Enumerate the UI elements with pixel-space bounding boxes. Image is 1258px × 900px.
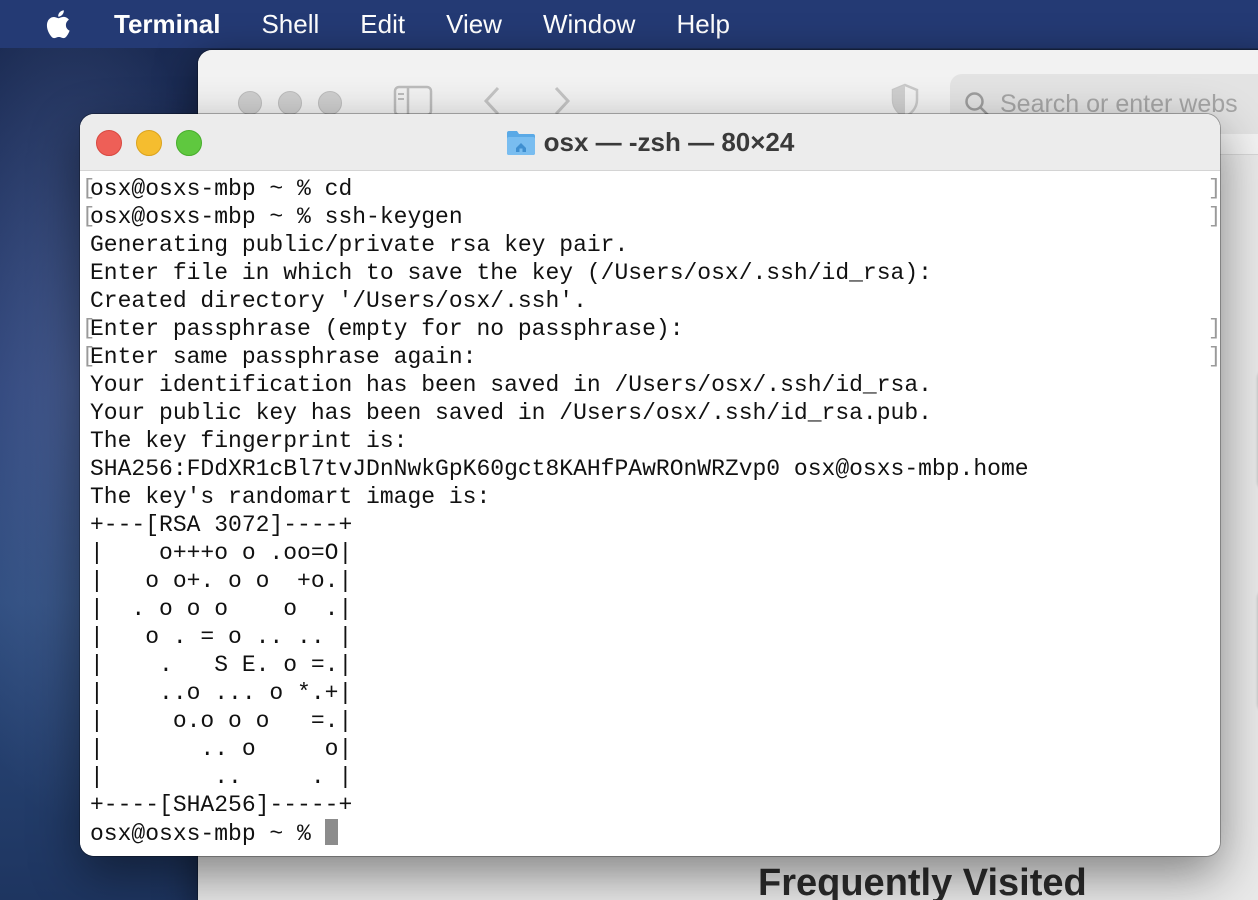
terminal-line: Enter same passphrase again: [90, 344, 477, 370]
terminal-prompt-line[interactable]: osx@osxs-mbp ~ % [90, 819, 1029, 847]
line-mark-right: ] [1208, 316, 1220, 341]
terminal-prompt: osx@osxs-mbp ~ % [90, 821, 325, 847]
line-mark-right: ] [1208, 176, 1220, 201]
terminal-line: Generating public/private rsa key pair. [90, 232, 629, 258]
terminal-line: Your public key has been saved in /Users… [90, 400, 932, 426]
apple-logo-icon[interactable] [42, 7, 72, 41]
line-mark-right: ] [1208, 344, 1220, 369]
terminal-line: +---[RSA 3072]----+ [90, 512, 353, 538]
window-title: osx — -zsh — 80×24 [80, 114, 1220, 170]
browser-zoom-button[interactable] [318, 91, 342, 115]
terminal-line: | . o o o o .| [90, 596, 353, 622]
text-cursor [324, 819, 338, 845]
frequently-visited-heading: Frequently Visited [758, 862, 1087, 900]
browser-minimize-button[interactable] [278, 91, 302, 115]
browser-close-button[interactable] [238, 91, 262, 115]
terminal-window: osx — -zsh — 80×24 osx@osxs-mbp ~ % cd os… [80, 114, 1220, 856]
terminal-line: +----[SHA256]-----+ [90, 792, 353, 818]
menu-view[interactable]: View [446, 9, 502, 40]
terminal-line: | .. o o| [90, 736, 353, 762]
terminal-line: | .. . | [90, 764, 353, 790]
home-folder-icon [506, 128, 536, 156]
terminal-line: Enter passphrase (empty for no passphras… [90, 316, 684, 342]
line-mark-left: [ [82, 316, 96, 341]
terminal-line: Created directory '/Users/osx/.ssh'. [90, 288, 587, 314]
terminal-line: | o.o o o =.| [90, 708, 353, 734]
terminal-line: The key fingerprint is: [90, 428, 408, 454]
menu-shell[interactable]: Shell [261, 9, 319, 40]
terminal-line: | o . = o .. .. | [90, 624, 353, 650]
menu-help[interactable]: Help [676, 9, 729, 40]
line-mark-left: [ [82, 176, 96, 201]
terminal-line: The key's randomart image is: [90, 484, 491, 510]
terminal-content[interactable]: osx@osxs-mbp ~ % cd osx@osxs-mbp ~ % ssh-… [80, 171, 1220, 856]
line-mark-left: [ [82, 204, 96, 229]
menu-bar: Terminal Shell Edit View Window Help [0, 0, 1258, 48]
line-mark-left: [ [82, 344, 96, 369]
terminal-line: | . S E. o =.| [90, 652, 353, 678]
window-title-text: osx — -zsh — 80×24 [543, 126, 795, 157]
menu-edit[interactable]: Edit [360, 9, 405, 40]
terminal-line: Your identification has been saved in /U… [90, 372, 932, 398]
terminal-line: SHA256:FDdXR1cBl7tvJDnNwkGpK60gct8KAHfPA… [90, 456, 1029, 482]
terminal-line: osx@osxs-mbp ~ % cd [90, 176, 353, 202]
terminal-line: Enter file in which to save the key (/Us… [90, 260, 932, 286]
terminal-line: | o o+. o o +o.| [90, 568, 353, 594]
menu-app-name[interactable]: Terminal [114, 9, 220, 40]
terminal-line: osx@osxs-mbp ~ % ssh-keygen [90, 204, 463, 230]
terminal-titlebar[interactable]: osx — -zsh — 80×24 [80, 114, 1220, 171]
line-mark-right: ] [1208, 204, 1220, 229]
menu-window[interactable]: Window [543, 9, 635, 40]
terminal-line: | o+++o o .oo=O| [90, 540, 353, 566]
terminal-output: osx@osxs-mbp ~ % cd osx@osxs-mbp ~ % ssh-… [90, 175, 1029, 847]
terminal-line: | ..o ... o *.+| [90, 680, 353, 706]
